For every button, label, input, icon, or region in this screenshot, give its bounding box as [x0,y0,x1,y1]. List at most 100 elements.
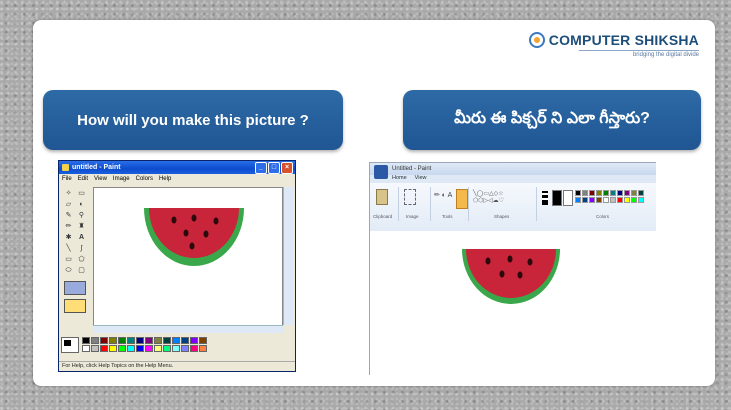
color2-icon[interactable] [563,190,573,206]
palette-swatch[interactable] [575,197,581,203]
palette-swatch[interactable] [100,345,108,352]
palette-swatch[interactable] [199,337,207,344]
palette-swatch[interactable] [163,337,171,344]
palette-swatch[interactable] [136,345,144,352]
select-icon[interactable]: ▭ [76,189,87,198]
palette-swatch[interactable] [624,190,630,196]
palette-swatch[interactable] [589,190,595,196]
shapes-icons[interactable]: ╲◯▭△◇☆ ⬠⬡▷◁☁♡ [473,191,504,205]
paint7-titlebar: Untitled - Paint [370,163,656,175]
palette-swatch[interactable] [617,197,623,203]
palette-swatch[interactable] [91,345,99,352]
ellipse-icon[interactable]: ⬭ [63,266,74,275]
paint-xp-titlebar: untitled - Paint _ □ × [59,161,295,174]
palette-swatch[interactable] [617,190,623,196]
palette-swatch[interactable] [638,190,644,196]
palette-swatch[interactable] [100,337,108,344]
palette-swatch[interactable] [172,345,180,352]
palette-swatch[interactable] [603,190,609,196]
line-icon[interactable]: ╲ [63,244,74,253]
select-icon-7[interactable] [404,189,416,205]
minimize-icon[interactable]: _ [255,162,267,174]
tab-view[interactable]: View [415,175,427,183]
tools-icons[interactable]: ✏ ◐ A [434,191,452,199]
palette-swatch[interactable] [190,345,198,352]
paint-app-menu-icon[interactable] [374,165,388,179]
horizontal-scrollbar[interactable] [93,325,283,333]
palette-swatch[interactable] [118,337,126,344]
shapes-group: ╲◯▭△◇☆ ⬠⬡▷◁☁♡ Shapes [470,187,537,221]
paint-xp-canvas[interactable] [93,187,283,327]
palette-swatch[interactable] [118,345,126,352]
fill-icon[interactable]: ◐ [76,200,87,209]
palette-swatch[interactable] [172,337,180,344]
palette-swatch[interactable] [596,197,602,203]
palette-swatch[interactable] [638,197,644,203]
palette-swatch[interactable] [190,337,198,344]
brush-icon[interactable]: ♜ [76,222,87,231]
menu-help[interactable]: Help [159,176,171,182]
watermelon-drawing-7 [462,249,560,304]
group-label-clipboard: Clipboard [373,214,393,219]
group-label-shapes: Shapes [494,214,510,219]
option-box-1 [64,281,86,295]
maximize-icon[interactable]: □ [268,162,280,174]
paste-icon[interactable] [376,189,388,205]
menu-file[interactable]: File [62,176,72,182]
palette-swatch[interactable] [154,337,162,344]
magnifier-icon[interactable]: ⚲ [76,211,87,220]
menu-image[interactable]: Image [113,176,130,182]
palette-swatch[interactable] [181,337,189,344]
palette-swatch[interactable] [610,197,616,203]
palette-swatch[interactable] [136,337,144,344]
color-picker-icon[interactable]: ✎ [63,211,74,220]
palette-swatch[interactable] [631,197,637,203]
pencil-icon[interactable]: ✏ [63,222,74,231]
polygon-icon[interactable]: ⬠ [76,255,87,264]
tab-home[interactable]: Home [392,175,407,183]
palette-swatch[interactable] [181,345,189,352]
brushes-icon[interactable] [456,189,468,209]
menu-view[interactable]: View [94,176,107,182]
menu-edit[interactable]: Edit [78,176,88,182]
title-english: How will you make this picture ? [43,90,343,150]
rectangle-icon[interactable]: ▭ [63,255,74,264]
palette-swatch[interactable] [82,337,90,344]
palette-swatch[interactable] [145,337,153,344]
palette-swatch[interactable] [589,197,595,203]
palette-swatch[interactable] [582,197,588,203]
eraser-icon[interactable]: ▱ [63,200,74,209]
tools-group: ✏ ◐ A Tools [432,187,469,221]
palette-swatch[interactable] [603,197,609,203]
palette-swatch[interactable] [145,345,153,352]
text-icon[interactable]: A [76,233,87,242]
palette-swatch[interactable] [575,190,581,196]
palette-swatch[interactable] [582,190,588,196]
group-label-tools: Tools [442,214,453,219]
palette-swatch[interactable] [82,345,90,352]
size-icon[interactable] [542,191,548,205]
color1-icon[interactable] [552,190,562,206]
palette-swatch[interactable] [127,345,135,352]
current-colors[interactable] [61,337,79,353]
paint7-canvas[interactable] [370,231,656,375]
menu-colors[interactable]: Colors [136,176,153,182]
palette-swatch[interactable] [624,197,630,203]
palette-swatch[interactable] [109,337,117,344]
vertical-scrollbar[interactable] [283,187,293,325]
palette-swatch[interactable] [91,337,99,344]
palette-swatch[interactable] [163,345,171,352]
palette-swatch[interactable] [596,190,602,196]
close-icon[interactable]: × [281,162,293,174]
airbrush-icon[interactable]: ✱ [63,233,74,242]
rounded-rect-icon[interactable]: ▢ [76,266,87,275]
palette-swatch[interactable] [154,345,162,352]
palette-swatch[interactable] [199,345,207,352]
palette-swatch[interactable] [610,190,616,196]
curve-icon[interactable]: ∫ [76,244,87,253]
group-label-colors: Colors [596,214,610,219]
palette-swatch[interactable] [127,337,135,344]
free-select-icon[interactable]: ✧ [63,189,74,198]
palette-swatch[interactable] [631,190,637,196]
palette-swatch[interactable] [109,345,117,352]
